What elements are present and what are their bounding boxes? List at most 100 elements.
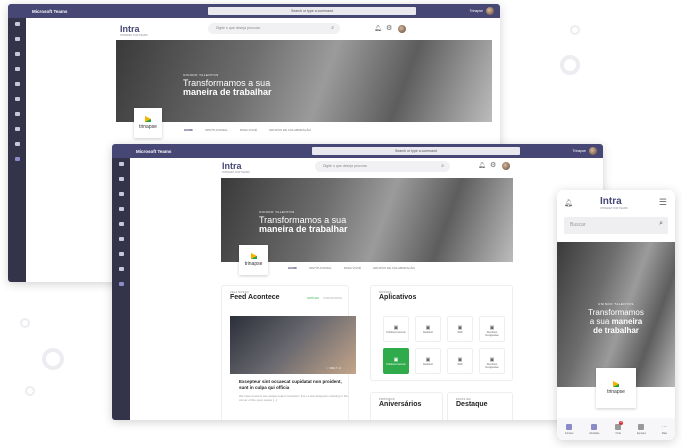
brand-name: trinapse — [244, 261, 263, 267]
app-tile[interactable]: ▣ Políticas Internas — [383, 348, 409, 374]
teams-window-front: Microsoft Teams Search or type a command… — [112, 144, 603, 420]
nav-label: Mais — [661, 431, 668, 435]
logo-text: Intra — [222, 161, 242, 171]
phone-icon — [118, 222, 124, 226]
app-label: Relatório — [422, 363, 433, 366]
app-name: Microsoft Teams — [32, 8, 68, 14]
rail-calendar[interactable] — [10, 67, 24, 78]
app-tile[interactable]: ▣ Políticas Internas — [383, 316, 409, 342]
trinapse-mark-icon — [145, 116, 151, 122]
teams-icon — [118, 192, 124, 196]
menu-icon[interactable]: ☰ — [659, 197, 667, 208]
search-input[interactable]: Digite o que deseja procurar ⌕ — [315, 161, 450, 172]
rail-teams[interactable] — [114, 192, 128, 203]
dates-card: DATAS EM Destaque — [447, 392, 513, 420]
nav-tabs: HOME INSTITUCIONAL PARA VOCÊ GRUPOS DE COLA… — [288, 266, 415, 270]
nav-equipes[interactable]: Equipes — [637, 423, 646, 435]
command-bar[interactable]: Search or type a command — [208, 7, 416, 15]
tab-grupos[interactable]: GRUPOS DE COLABORAÇÃO — [373, 266, 415, 270]
bell-icon[interactable]: 🔔︎ — [374, 25, 382, 32]
avatar[interactable] — [502, 162, 510, 170]
user-name: Trinapse — [469, 9, 484, 13]
rail-todo[interactable] — [114, 252, 128, 263]
feed-card: VEJA NOSSO Feed Acontece NOTÍCIAS COMUNI… — [221, 285, 356, 420]
app-tile[interactable]: ▣ Reuniões Designadas — [479, 348, 505, 374]
title-bar: Microsoft Teams Search or type a command… — [8, 4, 500, 18]
rail-calendar[interactable] — [114, 207, 128, 218]
brand-logo: trinapse — [239, 245, 268, 275]
rail-activity[interactable] — [10, 22, 24, 33]
tab-institucional[interactable]: INSTITUCIONAL — [309, 266, 332, 270]
app-label: SED — [457, 331, 463, 334]
chat-icon — [14, 37, 20, 41]
rail-intranet[interactable] — [114, 282, 128, 293]
rail-teams[interactable] — [10, 52, 24, 63]
rail-chat[interactable] — [10, 37, 24, 48]
hero-line3: de trabalhar — [593, 326, 639, 335]
nav-chat[interactable]: 2 Chat — [615, 420, 624, 435]
rail-calls[interactable] — [10, 82, 24, 93]
help-icon — [14, 142, 20, 146]
tab-home[interactable]: HOME — [184, 128, 193, 132]
rail-intranet[interactable] — [10, 157, 24, 168]
user-name: Trinapse — [572, 149, 587, 153]
post-stats: ♡ 194 ▭ 2 — [326, 366, 341, 370]
app-tile[interactable]: ▣ SED — [447, 348, 473, 374]
tab-grupos[interactable]: GRUPOS DE COLABORAÇÃO — [269, 128, 311, 132]
intra-logo[interactable]: Intra INTRANET FOR TEAMS — [120, 24, 148, 37]
filter-noticias[interactable]: NOTÍCIAS — [307, 297, 319, 300]
tab-para-voce[interactable]: PARA VOCÊ — [344, 266, 361, 270]
mobile-search-input[interactable]: Buscar ⌕ — [564, 217, 668, 234]
mobile-view: 🔔︎ Intra INTRANET FOR TEAMS ☰ Buscar ⌕ UNI… — [557, 190, 675, 440]
app-name: Microsoft Teams — [136, 148, 172, 154]
avatar[interactable] — [398, 25, 406, 33]
app-label: Reuniões Designadas — [485, 331, 499, 337]
app-tile[interactable]: ▣ Reuniões Designadas — [479, 316, 505, 342]
filter-comunicados[interactable]: COMUNICADOS — [323, 297, 342, 300]
search-input[interactable]: Digite o que deseja procurar ⌕ — [208, 23, 340, 34]
hero-eyebrow: UNINDO TALENTOS — [259, 210, 295, 214]
nav-intranet[interactable]: Intranet — [565, 423, 573, 435]
nav-mais[interactable]: ··· Mais — [662, 424, 667, 435]
rail-chat[interactable] — [114, 177, 128, 188]
logo-tag: INTRANET FOR TEAMS — [222, 171, 250, 174]
app-tile[interactable]: ▣ Relatório — [415, 348, 441, 374]
rail-files[interactable] — [114, 237, 128, 248]
rail-planner[interactable] — [114, 267, 128, 278]
bell-icon[interactable]: 🔔︎ — [478, 162, 486, 169]
app-label: SED — [457, 363, 463, 366]
trinapse-mark-icon — [613, 381, 619, 387]
tab-home[interactable]: HOME — [288, 266, 297, 270]
rail-help[interactable] — [10, 142, 24, 153]
calendar-icon — [118, 207, 124, 211]
nav-label: Atividade — [589, 431, 600, 435]
todo-icon — [118, 252, 124, 256]
gear-icon[interactable]: ⚙ — [490, 161, 496, 169]
post-title[interactable]: Excepteur sint occaecat cupidatat non pr… — [239, 379, 349, 391]
nav-atividade[interactable]: Atividade — [589, 423, 600, 435]
rail-files[interactable] — [10, 97, 24, 108]
comments-count: 2 — [339, 366, 341, 370]
bell-icon[interactable]: 🔔︎ — [564, 199, 573, 207]
avatar[interactable] — [486, 7, 494, 15]
heart-icon[interactable]: ♡ — [326, 366, 329, 370]
rail-todo[interactable] — [10, 112, 24, 123]
intra-logo[interactable]: Intra INTRANET FOR TEAMS — [222, 161, 250, 174]
gear-icon[interactable]: ⚙ — [386, 24, 392, 32]
brand-name: trinapse — [139, 124, 157, 130]
rail-planner[interactable] — [10, 127, 24, 138]
intra-logo[interactable]: Intra INTRANET FOR TEAMS — [600, 196, 628, 210]
comment-icon[interactable]: ▭ — [335, 366, 338, 370]
app-tile[interactable]: ▣ Relatório — [415, 316, 441, 342]
rail-calls[interactable] — [114, 222, 128, 233]
tab-institucional[interactable]: INSTITUCIONAL — [205, 128, 228, 132]
hero-eyebrow: UNINDO TALENTOS — [183, 73, 219, 77]
app-tile[interactable]: ▣ SED — [447, 316, 473, 342]
app-label: Relatório — [422, 331, 433, 334]
tab-para-voce[interactable]: PARA VOCÊ — [240, 128, 257, 132]
rail-activity[interactable] — [114, 162, 128, 173]
calendar-icon — [14, 67, 20, 71]
avatar[interactable] — [589, 147, 597, 155]
command-bar[interactable]: Search or type a command — [312, 147, 520, 155]
planner-icon — [14, 127, 20, 131]
